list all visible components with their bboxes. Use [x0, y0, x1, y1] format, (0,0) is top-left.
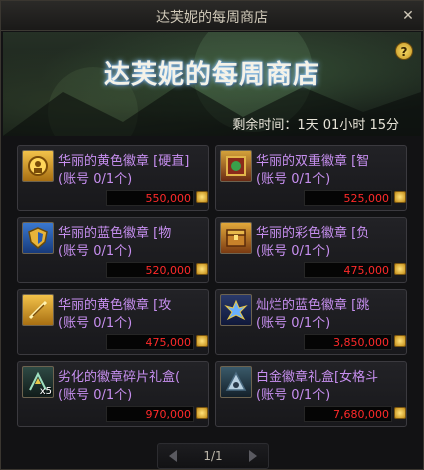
item-name: 华丽的蓝色徽章 [物: [58, 226, 172, 241]
item-limit: (账号 0/1个): [58, 388, 133, 403]
blue-emblem-icon: [22, 222, 54, 254]
shop-banner: 达芙妮的每周商店 ? 剩余时间：1天 01小时 15分: [3, 32, 421, 136]
pagination: 1/1: [157, 443, 269, 469]
remaining-time: 剩余时间：1天 01小时 15分: [232, 118, 399, 133]
emblem-fragment-box-icon: x5: [22, 366, 54, 398]
gold-coin-icon: [394, 335, 406, 347]
brilliant-blue-emblem-icon: [220, 294, 252, 326]
item-name: 劣化的徽章碎片礼盒(: [58, 370, 181, 385]
item-limit: (账号 0/1个): [58, 244, 133, 259]
shop-item[interactable]: 华丽的黄色徽章 [硬直] (账号 0/1个) 550,000: [17, 145, 209, 211]
item-price: 475,000: [145, 336, 192, 349]
shop-item[interactable]: 灿烂的蓝色徽章 [跳 (账号 0/1个) 3,850,000: [215, 289, 407, 355]
item-price: 970,000: [145, 408, 192, 421]
shop-item[interactable]: x5 劣化的徽章碎片礼盒( (账号 0/1个) 970,000: [17, 361, 209, 427]
shop-item[interactable]: 华丽的黄色徽章 [攻 (账号 0/1个) 475,000: [17, 289, 209, 355]
item-price: 475,000: [343, 264, 390, 277]
quantity-badge: x5: [39, 386, 52, 397]
item-name: 白金徽章礼盒[女格斗: [256, 370, 379, 385]
gold-coin-icon: [394, 407, 406, 419]
item-grid: 华丽的黄色徽章 [硬直] (账号 0/1个) 550,000 华丽的双重徽章 […: [3, 139, 421, 439]
item-price: 525,000: [343, 192, 390, 205]
gold-coin-icon: [196, 263, 208, 275]
gold-coin-icon: [196, 407, 208, 419]
dual-emblem-icon: [220, 150, 252, 182]
item-name: 华丽的黄色徽章 [攻: [58, 298, 172, 313]
window-titlebar[interactable]: 达芙妮的每周商店 ✕: [1, 1, 423, 31]
item-limit: (账号 0/1个): [256, 316, 331, 331]
item-name: 华丽的双重徽章 [智: [256, 154, 370, 169]
yellow-emblem-icon: [22, 150, 54, 182]
item-name: 华丽的彩色徽章 [负: [256, 226, 370, 241]
yellow-emblem-icon: [22, 294, 54, 326]
gold-coin-icon: [196, 191, 208, 203]
price-box: 520,000: [106, 262, 194, 278]
item-price: 7,680,000: [333, 408, 389, 421]
item-price: 520,000: [145, 264, 192, 277]
shop-heading: 达芙妮的每周商店: [103, 60, 320, 90]
price-box: 550,000: [106, 190, 194, 206]
price-box: 7,680,000: [304, 406, 392, 422]
help-button[interactable]: ?: [395, 42, 413, 60]
item-limit: (账号 0/1个): [256, 244, 331, 259]
shop-item[interactable]: 华丽的蓝色徽章 [物 (账号 0/1个) 520,000: [17, 217, 209, 283]
price-box: 3,850,000: [304, 334, 392, 350]
shop-item[interactable]: 华丽的双重徽章 [智 (账号 0/1个) 525,000: [215, 145, 407, 211]
rainbow-emblem-icon: [220, 222, 252, 254]
price-box: 525,000: [304, 190, 392, 206]
price-box: 970,000: [106, 406, 194, 422]
item-limit: (账号 0/1个): [256, 388, 331, 403]
shop-item[interactable]: 华丽的彩色徽章 [负 (账号 0/1个) 475,000: [215, 217, 407, 283]
close-button[interactable]: ✕: [399, 7, 417, 25]
gold-coin-icon: [394, 263, 406, 275]
item-limit: (账号 0/1个): [58, 316, 133, 331]
platinum-emblem-box-icon: [220, 366, 252, 398]
price-box: 475,000: [106, 334, 194, 350]
item-price: 3,850,000: [333, 336, 389, 349]
gold-coin-icon: [196, 335, 208, 347]
item-name: 灿烂的蓝色徽章 [跳: [256, 298, 370, 313]
shop-item[interactable]: 白金徽章礼盒[女格斗 (账号 0/1个) 7,680,000: [215, 361, 407, 427]
item-limit: (账号 0/1个): [256, 172, 331, 187]
item-limit: (账号 0/1个): [58, 172, 133, 187]
window-title: 达芙妮的每周商店: [156, 10, 268, 26]
item-name: 华丽的黄色徽章 [硬直]: [58, 154, 190, 169]
item-price: 550,000: [145, 192, 192, 205]
gold-coin-icon: [394, 191, 406, 203]
weekly-shop-window: 达芙妮的每周商店 ✕ 达芙妮的每周商店 ? 剩余时间：1天 01小时 15分 华…: [0, 0, 424, 470]
next-page-arrow-icon[interactable]: [244, 447, 262, 465]
price-box: 475,000: [304, 262, 392, 278]
